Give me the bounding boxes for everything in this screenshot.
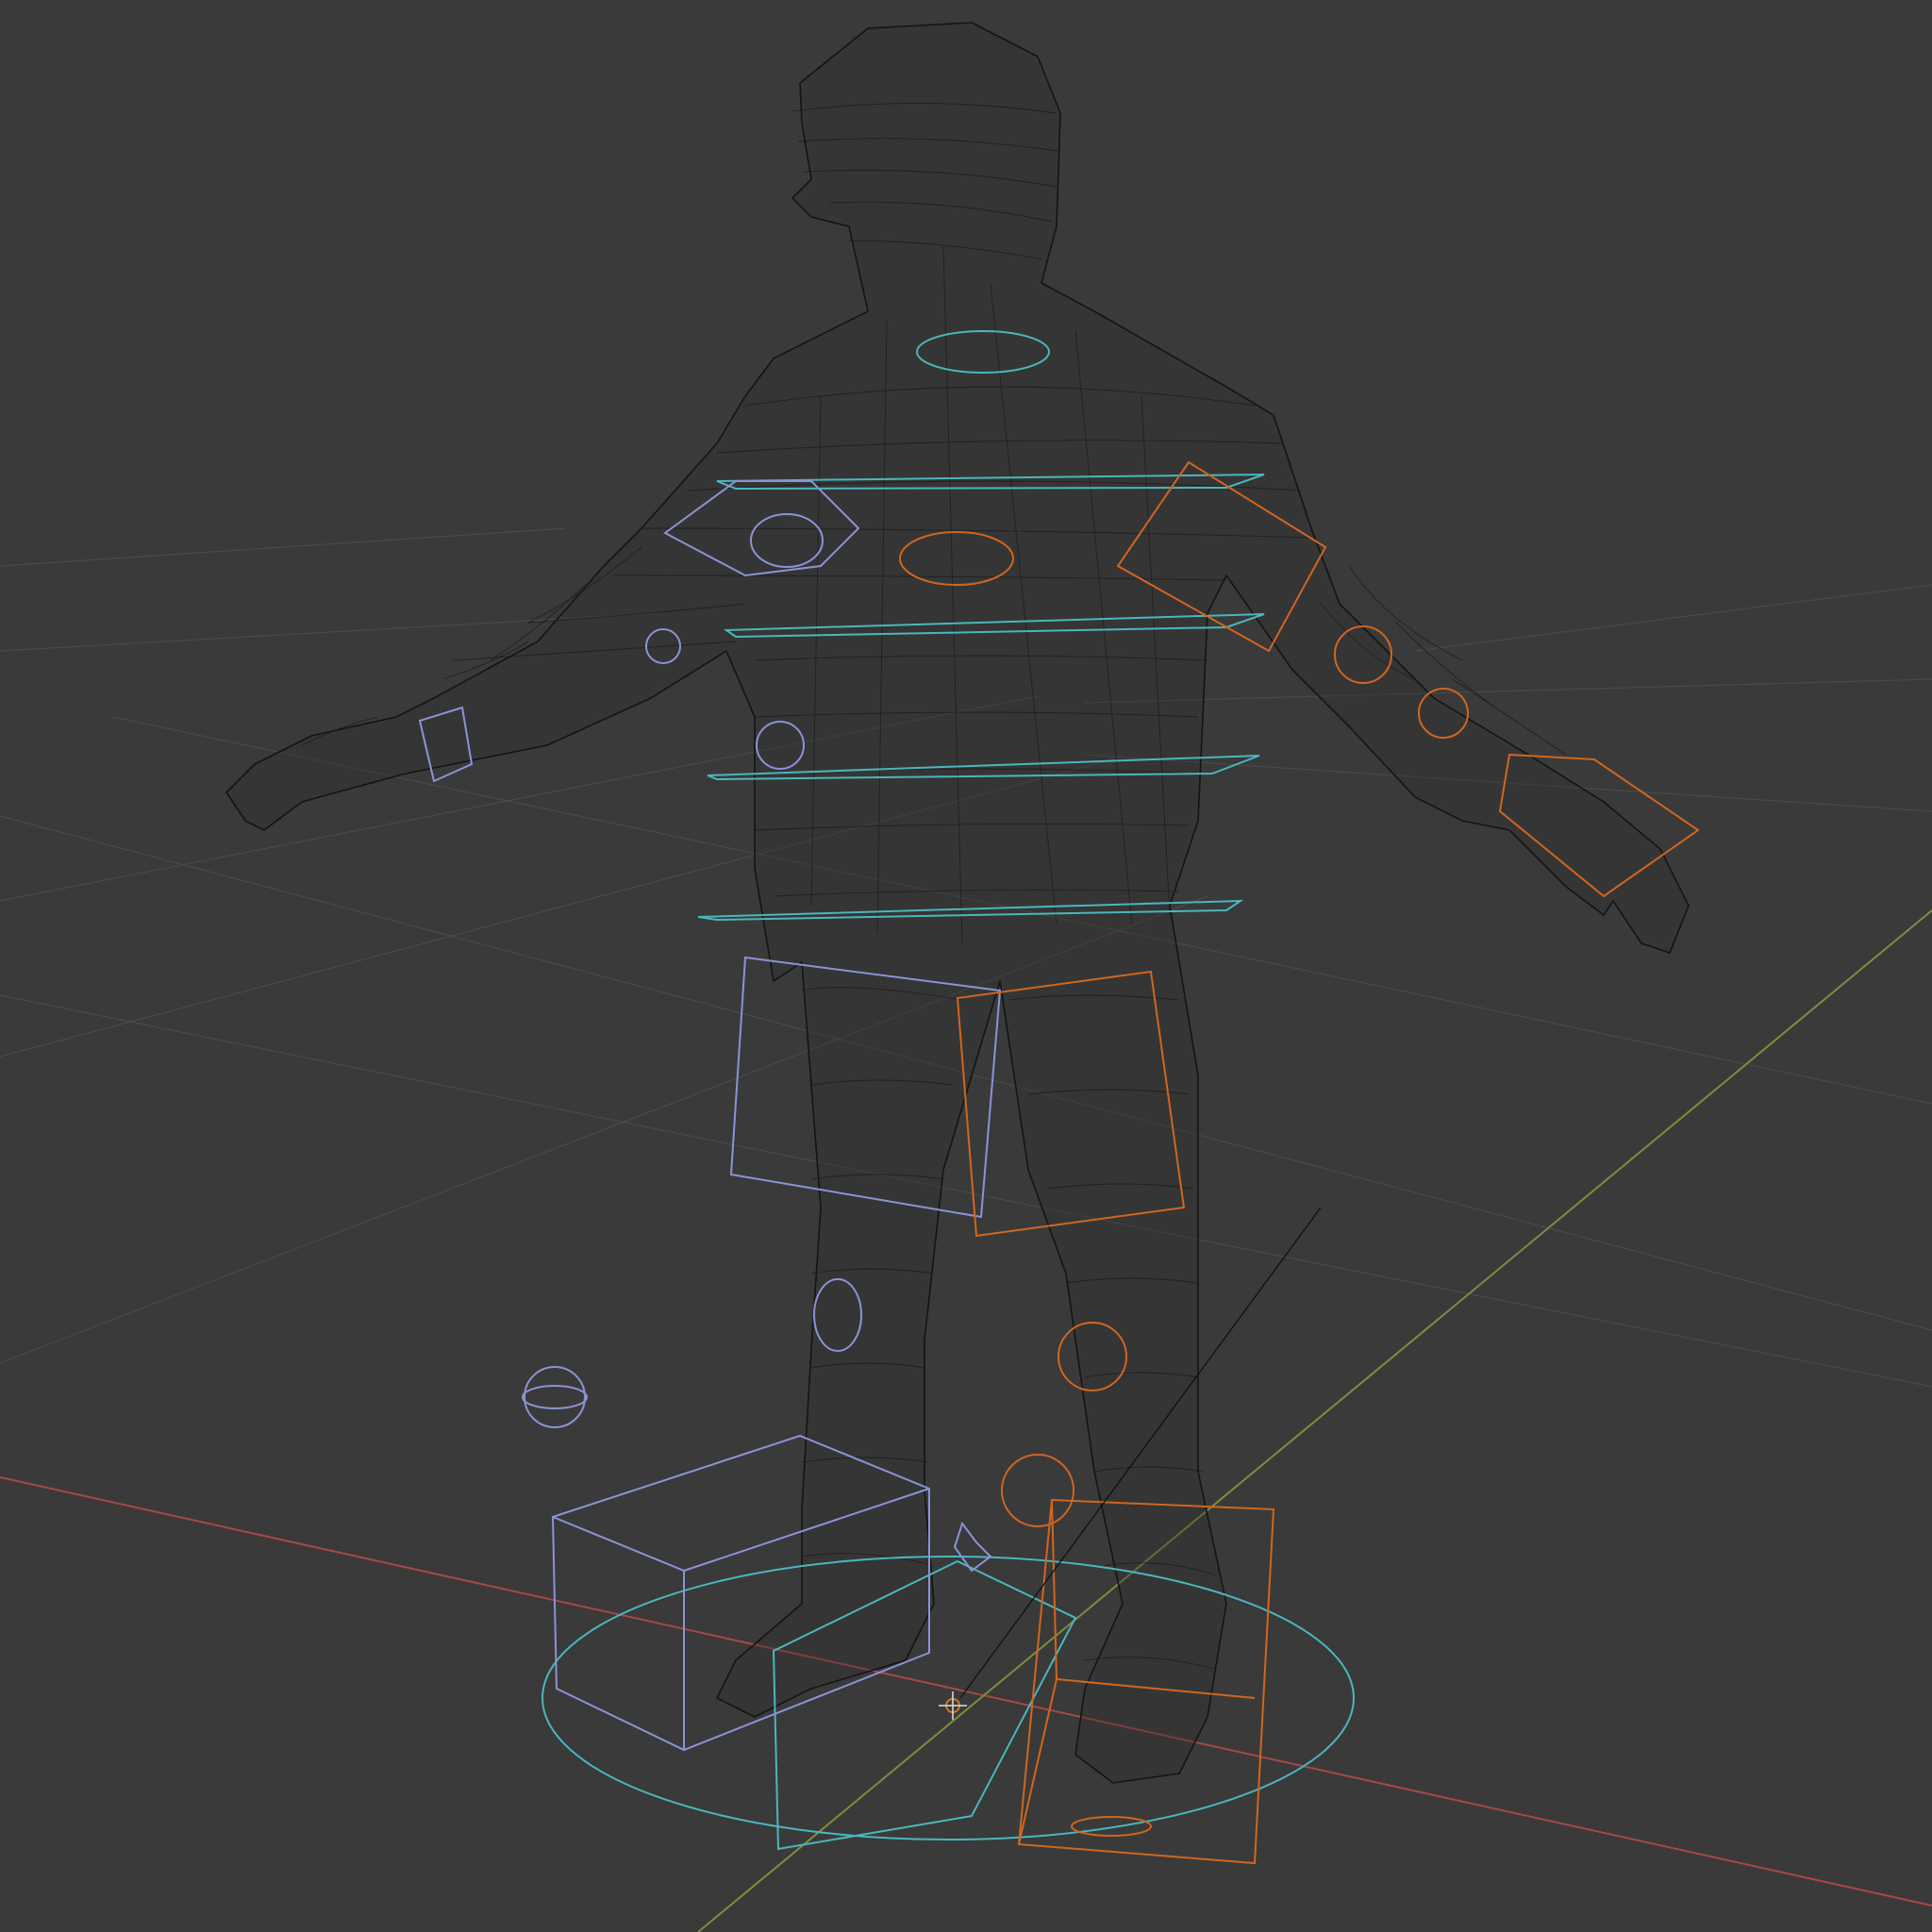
viewport-scene[interactable] xyxy=(0,0,1932,1932)
3d-viewport[interactable] xyxy=(0,0,1932,1932)
